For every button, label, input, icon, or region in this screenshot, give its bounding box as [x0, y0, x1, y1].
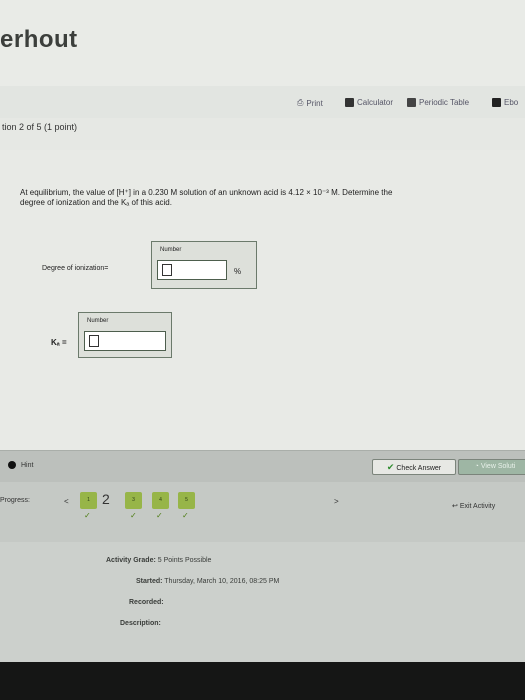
ebook-tool[interactable]: Ebo — [492, 98, 518, 107]
check-answer-label: Check Answer — [396, 465, 442, 472]
started-info: Started: Thursday, March 10, 2016, 08:25… — [136, 578, 279, 585]
question-prompt: At equilibrium, the value of [H⁺] in a 0… — [20, 188, 510, 208]
calculator-icon — [345, 98, 354, 107]
print-tool[interactable]: ⎙ Print — [297, 98, 323, 108]
activity-grade-label: Activity Grade: — [106, 557, 156, 564]
dark-bottom-bar — [0, 662, 525, 700]
degree-input[interactable] — [157, 260, 227, 280]
question-header: tion 2 of 5 (1 point) — [0, 118, 525, 150]
question-number: tion 2 of 5 (1 point) — [2, 122, 78, 132]
next-arrow[interactable]: > — [334, 497, 339, 506]
degree-box-title: Number — [160, 247, 182, 253]
degree-answer-box: Number % — [151, 241, 257, 289]
hint-label: Hint — [21, 461, 34, 469]
exit-icon: ↩ — [452, 503, 458, 510]
question-content: At equilibrium, the value of [H⁺] in a 0… — [0, 150, 525, 450]
description-info: Description: — [120, 620, 161, 627]
exit-activity-label: Exit Activity — [459, 503, 496, 510]
previous-arrow[interactable]: < — [64, 497, 69, 506]
question-footer: Hint ✔ Check Answer ◔ View Soluti — [0, 450, 525, 483]
progress-label: Progress: — [0, 497, 30, 504]
view-solution-label: View Soluti — [480, 463, 516, 470]
periodic-table-tool[interactable]: Periodic Table — [407, 98, 469, 107]
percent-unit: % — [234, 267, 242, 276]
periodic-table-label: Periodic Table — [419, 98, 470, 107]
periodic-table-icon — [407, 98, 416, 107]
brand-title: erhout — [0, 26, 78, 53]
ka-label: Kₐ = — [51, 338, 67, 347]
input-cursor-icon — [89, 335, 99, 347]
started-label: Started: — [136, 578, 163, 585]
recorded-info: Recorded: — [129, 599, 164, 606]
current-step: 2 — [102, 491, 110, 507]
view-solution-button[interactable]: ◔ View Soluti — [458, 459, 525, 475]
check-answer-button[interactable]: ✔ Check Answer — [372, 459, 456, 475]
activity-grade: Activity Grade: 5 Points Possible — [106, 557, 211, 564]
ebook-icon — [492, 98, 501, 107]
step-3-check-icon: ✓ — [130, 511, 137, 520]
hint-button[interactable]: Hint — [8, 461, 33, 469]
step-4-button[interactable]: 4 — [152, 492, 169, 509]
progress-area: Progress: < 1 2 3 4 5 ✓ ✓ ✓ ✓ > ↩ Exit A… — [0, 482, 525, 542]
started-value: Thursday, March 10, 2016, 08:25 PM — [164, 578, 280, 585]
ka-input[interactable] — [84, 331, 166, 351]
recorded-label: Recorded: — [129, 599, 164, 606]
step-4-check-icon: ✓ — [156, 511, 163, 520]
check-icon: ✔ — [386, 462, 395, 472]
calculator-label: Calculator — [357, 98, 394, 107]
exit-activity-button[interactable]: ↩ Exit Activity — [452, 502, 495, 510]
question-prompt-line-1: At equilibrium, the value of [H⁺] in a 0… — [20, 188, 393, 197]
header-banner: erhout — [0, 0, 525, 86]
step-1-check-icon: ✓ — [84, 511, 91, 520]
activity-summary: Activity Grade: 5 Points Possible Starte… — [0, 542, 525, 662]
step-5-button[interactable]: 5 — [178, 492, 195, 509]
step-5-check-icon: ✓ — [182, 511, 189, 520]
printer-icon: ⎙ — [297, 98, 304, 107]
description-label: Description: — [120, 620, 161, 627]
ka-box-title: Number — [87, 318, 109, 324]
ebook-label: Ebo — [504, 98, 519, 107]
ka-answer-box: Number — [78, 312, 172, 358]
activity-grade-value: 5 Points Possible — [157, 557, 212, 564]
calculator-tool[interactable]: Calculator — [345, 98, 393, 107]
question-prompt-line-2: degree of ionization and the Kₐ of this … — [20, 198, 172, 207]
pin-icon: ◔ — [474, 463, 479, 470]
degree-label: Degree of ionization= — [42, 265, 109, 272]
step-1-button[interactable]: 1 — [80, 492, 97, 509]
print-label: Print — [306, 98, 323, 108]
input-cursor-icon — [162, 264, 172, 276]
hint-icon — [8, 461, 16, 469]
step-3-button[interactable]: 3 — [125, 492, 142, 509]
